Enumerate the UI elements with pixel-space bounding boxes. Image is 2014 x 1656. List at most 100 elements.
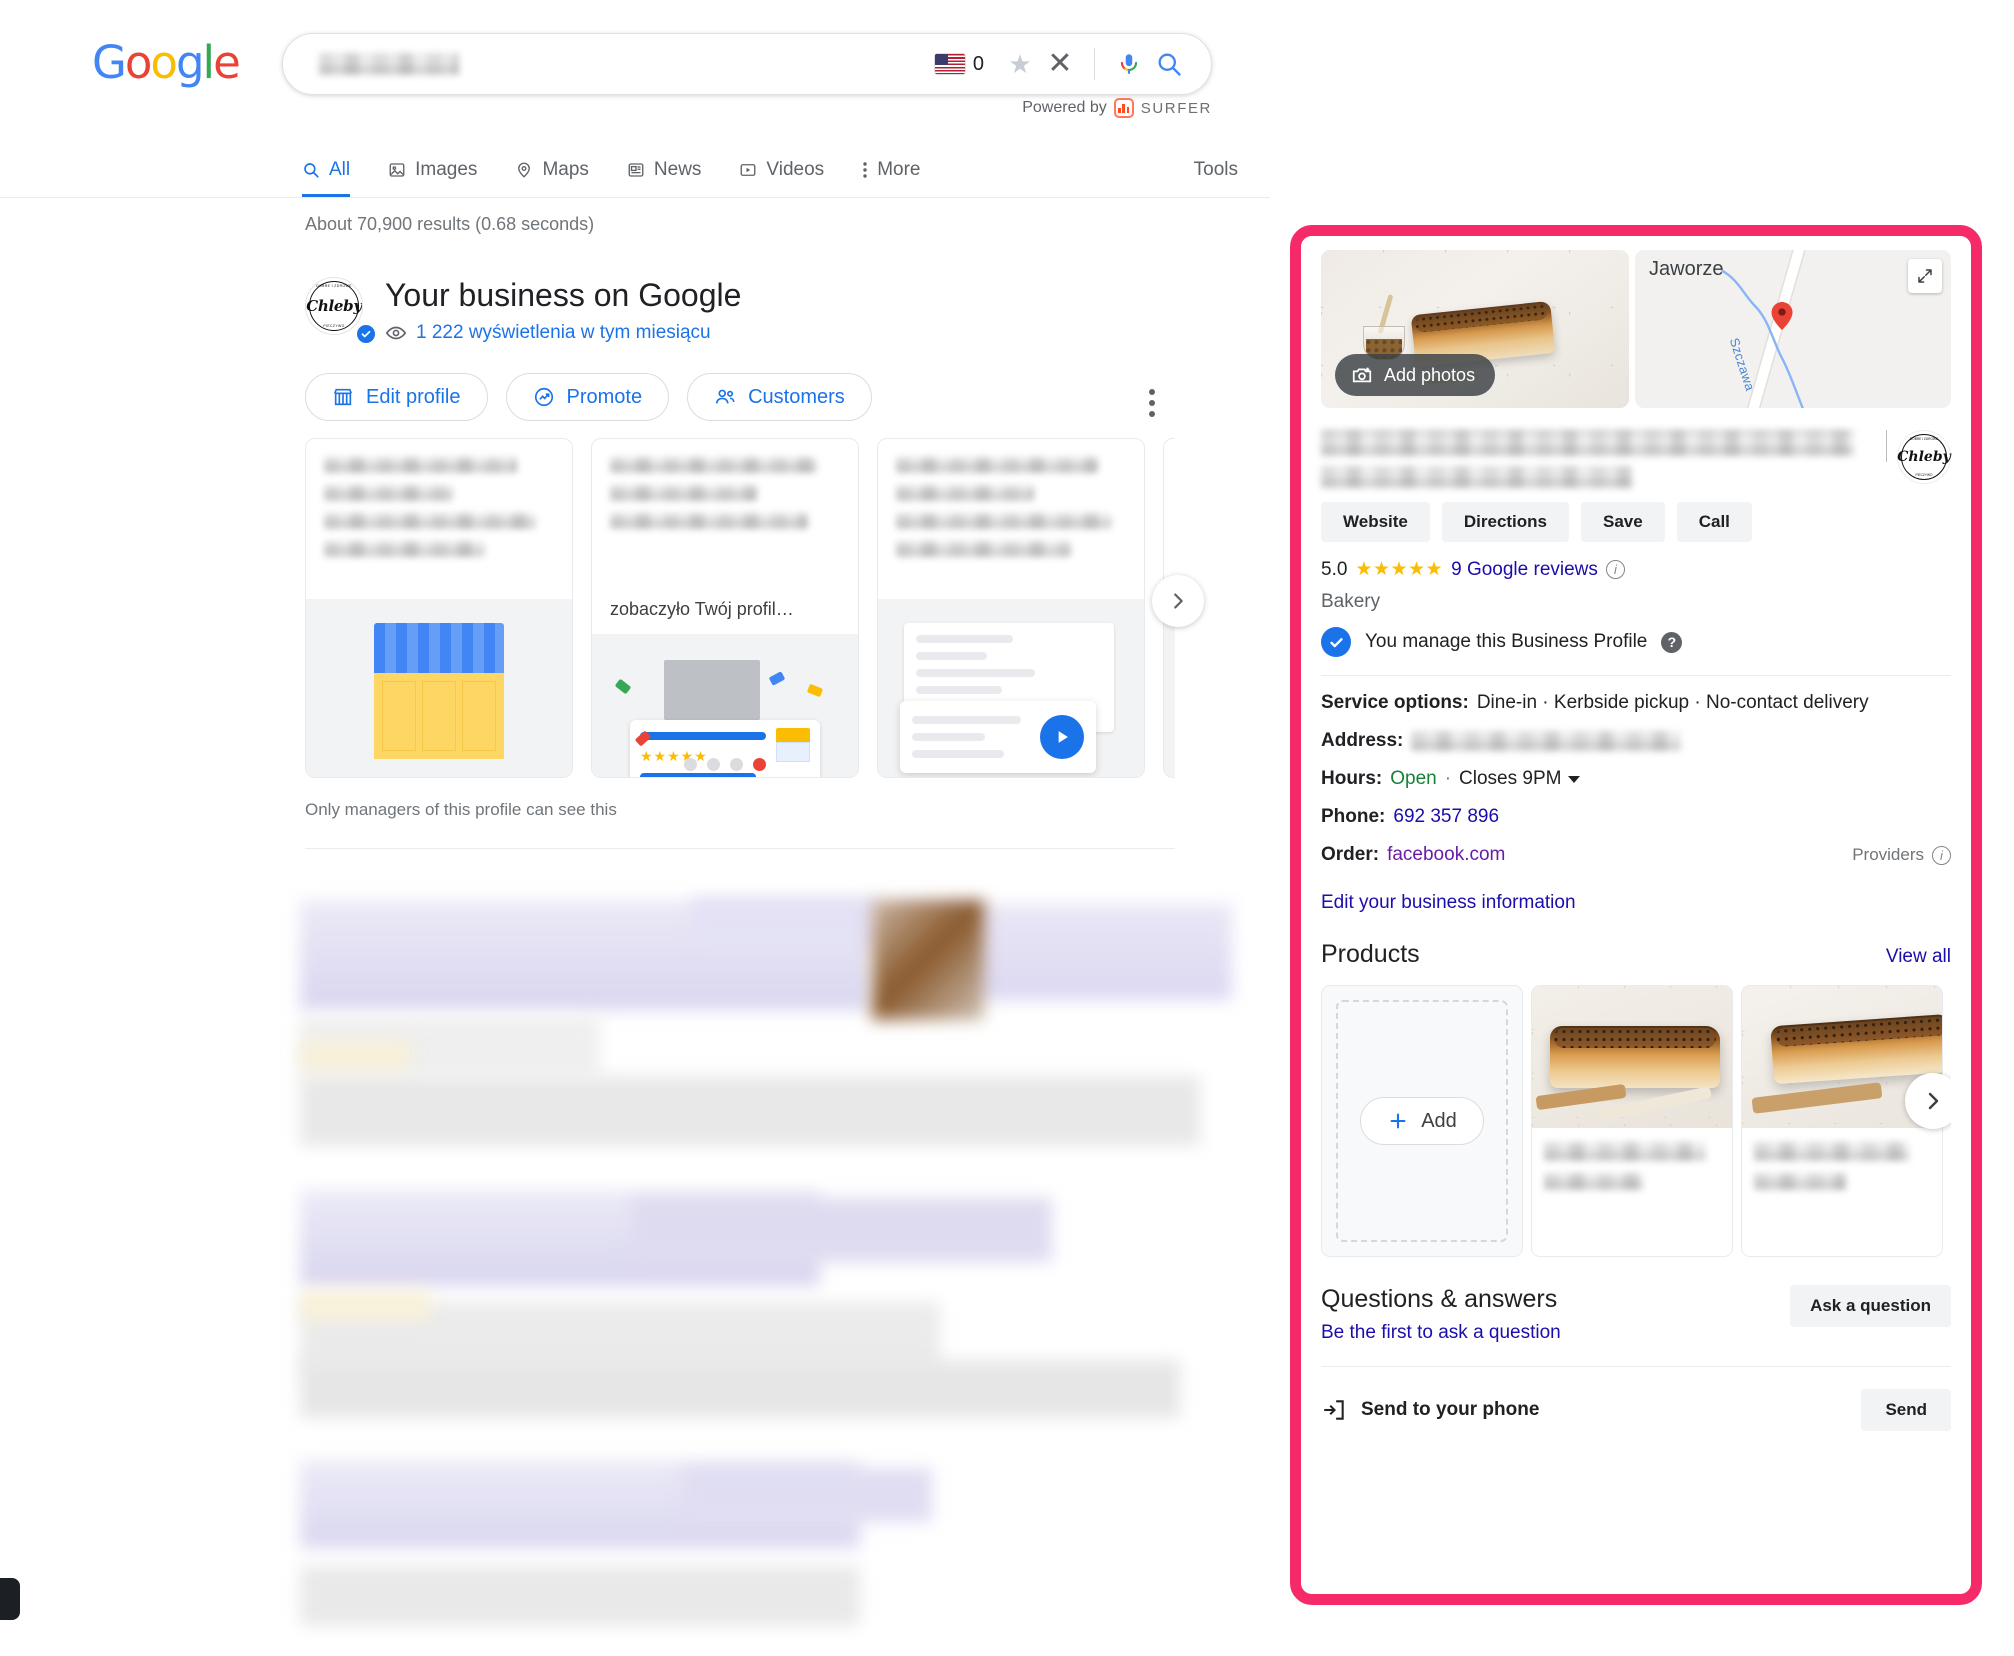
product-card[interactable]: [1531, 985, 1733, 1257]
tab-images[interactable]: Images: [369, 142, 496, 197]
send-button[interactable]: Send: [1861, 1389, 1951, 1431]
search-input[interactable]: [319, 53, 459, 75]
rating-score: 5.0: [1321, 558, 1348, 580]
edit-business-info-link[interactable]: Edit your business information: [1301, 882, 1971, 914]
kp-title-row: Chleby DOBRE I ZDROWE Chleby PIECZYWO: [1301, 408, 1971, 488]
redacted-content-block: [282, 890, 1232, 1626]
profile-views-row[interactable]: 1 222 wyświetlenia w tym miesiącu: [385, 322, 741, 344]
star-icon[interactable]: ★: [1000, 44, 1040, 84]
review-illustration: ★★★★★: [592, 634, 858, 777]
kp-logo-bottom-text: PIECZYWO: [1915, 473, 1933, 477]
more-options-icon[interactable]: [1138, 385, 1166, 421]
search-nav-tabs: All Images Maps News Videos More Tools: [0, 142, 1270, 198]
chevron-down-icon[interactable]: [1568, 775, 1581, 783]
edit-profile-button[interactable]: Edit profile: [305, 373, 488, 421]
profile-views-text: 1 222 wyświetlenia w tym miesiącu: [416, 321, 711, 343]
phone-label: Phone:: [1321, 806, 1386, 827]
promote-button[interactable]: Promote: [505, 373, 670, 421]
info-icon[interactable]: i: [1605, 560, 1625, 579]
title-divider: [1886, 430, 1887, 462]
logo-letter: e: [213, 36, 241, 89]
providers-info-icon[interactable]: i: [1932, 845, 1951, 865]
providers-row[interactable]: Providers i: [1852, 845, 1951, 865]
expand-map-icon[interactable]: [1908, 259, 1942, 293]
search-results-page: Google 0 ★ ✕ Powered by SURFER All Image…: [0, 0, 2014, 1656]
add-product-card[interactable]: Add: [1321, 985, 1523, 1257]
microphone-icon[interactable]: [1109, 44, 1149, 84]
pill-label: Customers: [748, 385, 845, 408]
search-bar-controls: 0 ★ ✕: [934, 44, 1211, 84]
logo-top-text: DOBRE I ZDROWE: [316, 284, 352, 288]
help-icon[interactable]: ?: [1661, 631, 1683, 653]
carousel-next-icon[interactable]: [1152, 575, 1204, 627]
directions-button[interactable]: Directions: [1441, 502, 1570, 542]
logo-letter: l: [202, 36, 215, 89]
tab-videos[interactable]: Videos: [720, 142, 843, 197]
tab-more[interactable]: More: [843, 142, 939, 197]
post-illustration: [878, 599, 1144, 777]
service-options-label: Service options:: [1321, 692, 1469, 713]
save-button[interactable]: Save: [1581, 502, 1665, 542]
tab-label: News: [653, 158, 702, 180]
results-count: About 70,900 results (0.68 seconds): [305, 214, 595, 234]
location-map[interactable]: Jaworze Szczawa: [1635, 250, 1951, 408]
verified-badge-icon: [355, 323, 377, 345]
map-pin-icon: [1771, 302, 1793, 330]
google-logo[interactable]: Google: [92, 36, 241, 89]
add-photos-label: Add photos: [1384, 364, 1476, 385]
surfer-wordmark: SURFER: [1140, 99, 1212, 117]
qa-subtitle-link[interactable]: Be the first to ask a question: [1321, 1322, 1561, 1344]
call-button[interactable]: Call: [1676, 502, 1752, 542]
verified-check-icon: [1321, 627, 1351, 657]
business-name-redacted: Chleby: [1321, 430, 1876, 488]
address-label: Address:: [1321, 730, 1404, 751]
carousel-card[interactable]: [305, 438, 573, 778]
carousel-dots: [684, 758, 766, 771]
add-photos-button[interactable]: Add photos: [1335, 354, 1496, 396]
close-icon[interactable]: ✕: [1040, 44, 1080, 84]
order-value[interactable]: facebook.com: [1387, 844, 1505, 866]
surfer-logo-icon: [1113, 98, 1134, 118]
search-bar[interactable]: 0 ★ ✕: [282, 33, 1212, 95]
search-icon[interactable]: [1149, 44, 1189, 84]
language-flag-badge[interactable]: 0: [934, 52, 984, 76]
page-title: Your business on Google: [385, 277, 742, 313]
carousel-card[interactable]: [877, 438, 1145, 778]
kp-business-logo: DOBRE I ZDROWE Chleby PIECZYWO: [1897, 430, 1951, 484]
kp-action-buttons: Website Directions Save Call: [1301, 488, 1971, 542]
flag-count: 0: [972, 52, 984, 75]
products-view-all-link[interactable]: View all: [1886, 946, 1951, 968]
service-options-row: Service options: Dine-in · Kerbside pick…: [1321, 692, 1951, 714]
add-product-button[interactable]: Add: [1360, 1097, 1484, 1145]
website-button[interactable]: Website: [1321, 502, 1430, 542]
tab-all[interactable]: All: [302, 142, 369, 197]
tools-button[interactable]: Tools: [1194, 142, 1238, 197]
rating-row: 5.0 ★★★★★ 9 Google reviews i: [1301, 542, 1971, 581]
ask-question-button[interactable]: Ask a question: [1790, 1285, 1951, 1327]
business-profile-header: DOBRE I ZDROWE Chleby PIECZYWO Your busi…: [305, 277, 742, 345]
storefront-illustration: [306, 599, 572, 777]
tab-news[interactable]: News: [608, 142, 721, 197]
send-to-phone-row: Send to your phone Send: [1301, 1367, 1971, 1431]
carousel-card[interactable]: zobaczyło Twój profil… ★★★★★: [591, 438, 859, 778]
hours-close: Closes 9PM: [1459, 768, 1562, 789]
corner-widget[interactable]: [0, 1578, 20, 1620]
business-category: Bakery: [1321, 591, 1381, 612]
phone-value[interactable]: 692 357 896: [1393, 806, 1499, 828]
service-options-value: Dine-in · Kerbside pickup · No-contact d…: [1476, 692, 1869, 713]
business-photo[interactable]: Add photos: [1321, 250, 1629, 408]
pill-label: Edit profile: [366, 385, 461, 408]
questions-answers-section: Questions & answers Be the first to ask …: [1301, 1257, 1971, 1344]
logo-letter: o: [150, 36, 178, 89]
product-name: [1754, 1142, 1909, 1161]
tab-maps[interactable]: Maps: [496, 142, 607, 197]
powered-by-surfer: Powered by SURFER: [1022, 98, 1212, 118]
business-logo: DOBRE I ZDROWE Chleby PIECZYWO: [305, 277, 363, 335]
customers-button[interactable]: Customers: [687, 373, 872, 421]
us-flag-icon: [934, 54, 965, 74]
phone-row: Phone: 692 357 896: [1321, 806, 1951, 828]
hours-label: Hours:: [1321, 768, 1383, 789]
business-facts: Service options: Dine-in · Kerbside pick…: [1301, 676, 1971, 866]
reviews-link[interactable]: 9 Google reviews: [1451, 559, 1598, 581]
address-row: Address:: [1321, 730, 1951, 752]
